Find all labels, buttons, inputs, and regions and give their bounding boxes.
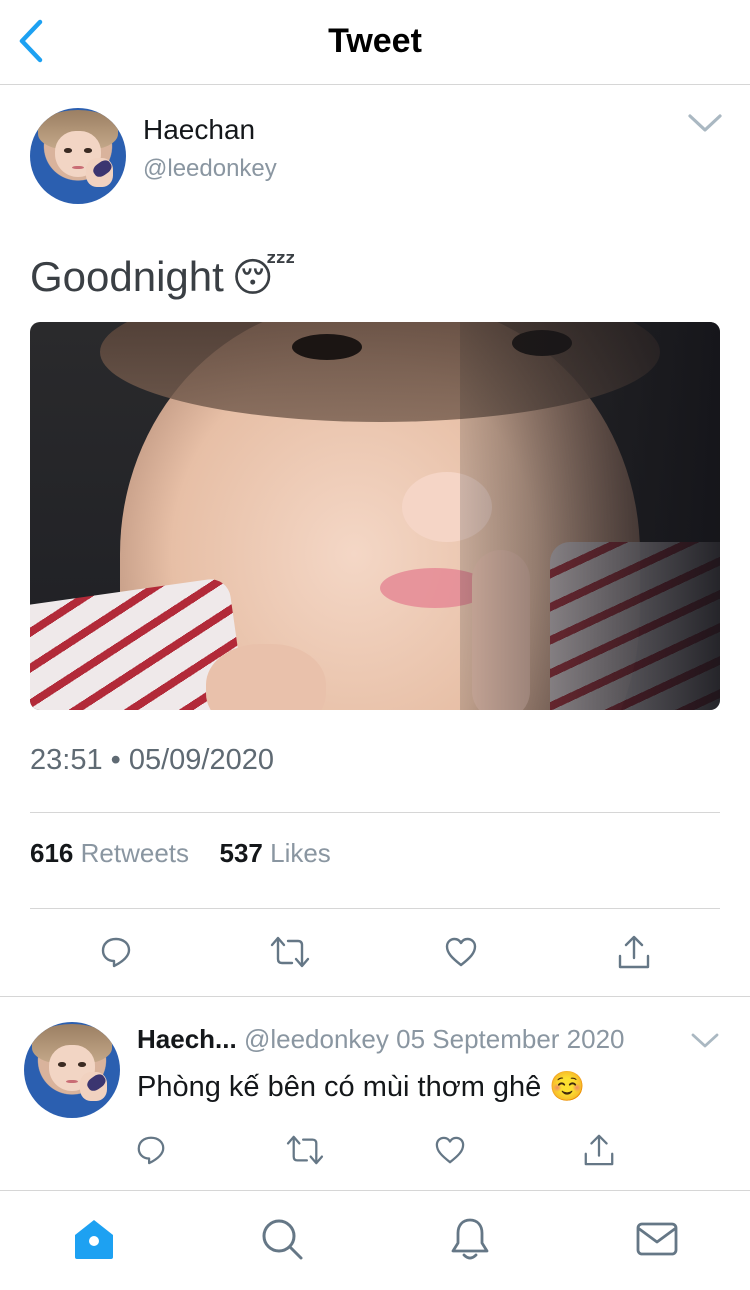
bottom-tab-bar — [0, 1190, 750, 1290]
tab-search[interactable] — [258, 1215, 306, 1263]
author-name[interactable]: Haechan — [143, 114, 255, 146]
reply-author-avatar[interactable] — [24, 1022, 120, 1118]
like-button[interactable] — [441, 932, 481, 972]
retweet-icon — [286, 1135, 324, 1165]
likes-label[interactable]: Likes — [270, 838, 331, 868]
tab-home[interactable] — [70, 1215, 118, 1263]
tweet-text-content: Goodnight — [30, 253, 224, 300]
search-icon — [262, 1219, 303, 1260]
tweet-options-button[interactable] — [686, 110, 724, 138]
tweet-photo[interactable] — [30, 322, 720, 710]
home-icon — [75, 1220, 113, 1259]
reply-icon — [137, 1136, 165, 1165]
tweet-timestamp: 23:51 • 05/09/2020 — [30, 744, 274, 776]
reply-actions — [0, 1130, 750, 1170]
reply-retweet-button[interactable] — [285, 1130, 325, 1170]
share-icon — [584, 1134, 614, 1166]
nav-header: Tweet — [0, 0, 750, 85]
reply-text: Phòng kế bên có mùi thơm ghê ☺️ — [137, 1070, 586, 1104]
reply-author-handle[interactable]: @leedonkey — [244, 1024, 389, 1054]
divider — [30, 812, 720, 813]
reply-options-button[interactable] — [690, 1030, 720, 1052]
reply-icon — [101, 937, 131, 968]
tweet-detail-screen: Tweet Haechan @leedonkey Goodnight 😴 23:5… — [0, 0, 750, 1290]
divider — [0, 996, 750, 997]
tweet-actions — [0, 932, 750, 972]
reply-button[interactable] — [96, 932, 136, 972]
like-icon — [445, 937, 477, 967]
reply-reply-button[interactable] — [131, 1130, 171, 1170]
retweet-button[interactable] — [270, 932, 310, 972]
author-avatar[interactable] — [30, 108, 126, 204]
smiling-emoji: ☺️ — [549, 1071, 586, 1103]
divider — [30, 908, 720, 909]
reply-author-name[interactable]: Haech... — [137, 1024, 237, 1054]
tweet-stats: 616 Retweets 537 Likes — [30, 838, 331, 869]
tab-messages[interactable] — [633, 1215, 681, 1263]
share-button[interactable] — [614, 932, 654, 972]
tweet-text: Goodnight 😴 — [30, 253, 296, 301]
chevron-down-icon — [691, 1033, 719, 1048]
share-icon — [618, 935, 650, 969]
page-title: Tweet — [328, 22, 422, 60]
messages-icon — [636, 1222, 678, 1256]
tab-notifications[interactable] — [446, 1215, 494, 1263]
chevron-down-icon — [688, 114, 722, 132]
like-icon — [435, 1136, 465, 1164]
retweets-count[interactable]: 616 — [30, 838, 73, 868]
likes-count[interactable]: 537 — [219, 838, 262, 868]
retweet-icon — [270, 936, 310, 968]
sleeping-emoji: 😴 — [231, 256, 296, 300]
reply-like-button[interactable] — [430, 1130, 470, 1170]
reply-date: 05 September 2020 — [396, 1024, 625, 1054]
notifications-icon — [451, 1218, 489, 1260]
reply-text-content: Phòng kế bên có mùi thơm ghê — [137, 1071, 542, 1103]
retweets-label[interactable]: Retweets — [81, 838, 189, 868]
reply-header: Haech... @leedonkey 05 September 2020 — [137, 1024, 625, 1055]
author-handle[interactable]: @leedonkey — [143, 155, 277, 183]
reply-share-button[interactable] — [579, 1130, 619, 1170]
